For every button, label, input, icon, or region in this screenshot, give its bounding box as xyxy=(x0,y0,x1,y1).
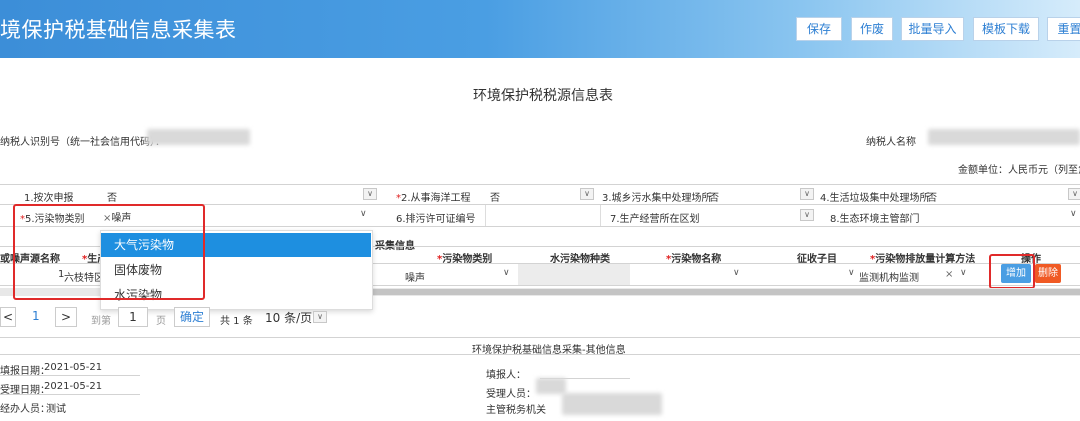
chevron-down-icon[interactable]: ∨ xyxy=(1070,209,1077,219)
unit-label: 金额单位：人民币元（列至角分 xyxy=(958,165,1080,176)
field-7-label: 7.生产经营所在区划 xyxy=(610,214,700,225)
header-bar: 境保护税基础信息采集表 保存 作废 批量导入 模板下载 重置 xyxy=(0,0,1080,58)
row-method[interactable]: 监测机构监测 xyxy=(859,269,919,284)
goto-label: 到第 xyxy=(91,316,111,327)
taxpayer-name-label: 纳税人名称 xyxy=(866,137,916,148)
filler-label: 填报人： xyxy=(486,370,526,381)
taxpayer-name-value xyxy=(928,129,1080,145)
taxpayer-id-value xyxy=(147,129,250,145)
page-unit-label: 页 xyxy=(156,316,166,327)
field-6-label: 6.排污许可证编号 xyxy=(396,214,476,225)
field-4-label: 4.生活垃圾集中处理场所 xyxy=(820,193,930,204)
field-3-label: 3.城乡污水集中处理场所 xyxy=(602,193,712,204)
col-header-pollutant-name: *污染物名称 xyxy=(666,254,722,265)
batch-import-button[interactable]: 批量导入 xyxy=(901,17,964,41)
chevron-down-icon[interactable]: ∨ xyxy=(363,188,377,200)
tax-office-label: 主管税务机关 xyxy=(486,405,546,416)
handler-value[interactable]: 测试 xyxy=(46,400,66,415)
chevron-down-icon[interactable]: ∨ xyxy=(800,209,814,221)
chevron-down-icon[interactable]: ∨ xyxy=(580,188,594,200)
page-title: 境保护税基础信息采集表 xyxy=(0,18,237,42)
confirm-page-button[interactable]: 确定 xyxy=(174,307,210,327)
field-4-value[interactable]: 否 xyxy=(927,189,937,204)
chevron-down-icon[interactable]: ∨ xyxy=(1068,188,1080,200)
scrollbar-thumb[interactable] xyxy=(372,289,1080,295)
accept-date-value[interactable]: 2021-05-21 xyxy=(44,381,102,392)
void-button[interactable]: 作废 xyxy=(851,17,893,41)
water-kind-cell xyxy=(518,264,630,285)
acceptor-label: 受理人员： xyxy=(486,389,536,400)
template-download-button[interactable]: 模板下载 xyxy=(973,17,1039,41)
field-2-label: *2.从事海洋工程 xyxy=(396,193,471,204)
field-3-value[interactable]: 否 xyxy=(709,189,719,204)
acceptor-value xyxy=(536,378,566,394)
col-header-subitem: 征收子目 xyxy=(797,254,837,265)
page-size-select[interactable]: 10 条/页 xyxy=(265,309,312,326)
chevron-down-icon[interactable]: ∨ xyxy=(503,268,510,278)
field-1-label: 1.按次申报 xyxy=(24,193,74,204)
highlight-box-pollutant xyxy=(13,204,205,300)
taxpayer-id-label: 纳税人识别号（统一社会信用代码）： xyxy=(0,137,165,148)
handler-label: 经办人员： xyxy=(0,404,50,415)
highlight-box-add xyxy=(989,254,1035,289)
chevron-down-icon[interactable]: ∨ xyxy=(960,268,967,278)
chevron-down-icon[interactable]: ∨ xyxy=(313,311,327,323)
field-2-value[interactable]: 否 xyxy=(490,189,500,204)
field-8-label: 8.生态环境主管部门 xyxy=(830,214,920,225)
col-header-water-kind: 水污染物种类 xyxy=(550,254,610,265)
tax-office-value xyxy=(562,393,662,415)
chevron-down-icon[interactable]: ∨ xyxy=(848,268,855,278)
reset-button[interactable]: 重置 xyxy=(1047,17,1080,41)
chevron-down-icon[interactable]: ∨ xyxy=(360,209,367,219)
fill-date-value[interactable]: 2021-05-21 xyxy=(44,362,102,373)
row-pollutant-type[interactable]: 噪声 xyxy=(405,269,425,284)
total-count: 共 1 条 xyxy=(220,316,253,327)
col-header-method: *污染物排放量计算方法 xyxy=(870,254,976,265)
other-info-title: 环境保护税基础信息采集-其他信息 xyxy=(472,345,626,356)
clear-icon[interactable]: × xyxy=(945,269,953,280)
col-header-pollutant-type: *污染物类别 xyxy=(437,254,493,265)
current-page[interactable]: 1 xyxy=(32,309,40,323)
chevron-down-icon[interactable]: ∨ xyxy=(733,268,740,278)
permit-number-input[interactable] xyxy=(485,205,601,226)
chevron-down-icon[interactable]: ∨ xyxy=(800,188,814,200)
field-1-value[interactable]: 否 xyxy=(107,189,117,204)
prev-page-button[interactable]: < xyxy=(0,307,16,327)
delete-button[interactable]: 删除 xyxy=(1035,264,1061,283)
page-number-input[interactable]: 1 xyxy=(118,307,148,327)
section-title: 采集信息 xyxy=(375,237,415,252)
save-button[interactable]: 保存 xyxy=(796,17,842,41)
next-page-button[interactable]: > xyxy=(55,307,77,327)
form-title: 环境保护税税源信息表 xyxy=(473,88,613,104)
